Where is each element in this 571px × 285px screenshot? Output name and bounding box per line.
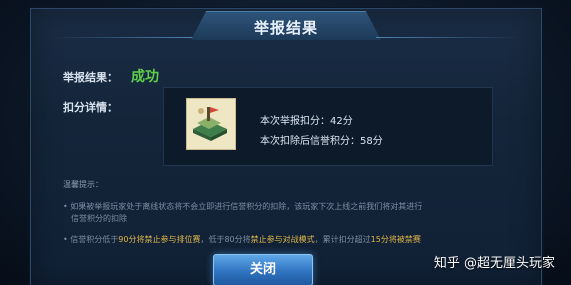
result-label: 举报结果：: [63, 71, 118, 84]
game-screen: 举报结果 举报结果： 成功 扣分详情： 本次举报扣分：42分 本次扣除后信誉积分…: [0, 0, 571, 285]
close-button[interactable]: 关闭: [213, 254, 313, 285]
deduction-points: 本次举报扣分：42分: [260, 116, 353, 127]
tip-credit-mid2: 80分将: [224, 235, 251, 244]
result-value: 成功: [131, 69, 159, 85]
tip-ranked-ban: 90分将禁止参与排位赛: [118, 235, 201, 244]
detail-panel: 本次举报扣分：42分 本次扣除后信誉积分：58分: [163, 87, 493, 166]
zhihu-watermark: 知乎 @超无厘头玩家: [433, 256, 555, 271]
dialog-title: 举报结果: [253, 19, 318, 37]
tip-offline-line1: • 如果被举报玩家处于离线状态将不会立即进行信誉积分的扣除，该玩家下次上线之前我…: [63, 202, 423, 211]
detail-label: 扣分详情：: [63, 101, 118, 114]
tip-match-ban: 15分将被禁赛: [370, 235, 421, 244]
dialog-title-bar: 举报结果: [31, 9, 541, 43]
tip-offline-line2: 信誉积分的扣除: [71, 214, 127, 223]
tip-battle-ban: 禁止参与对战模式: [250, 235, 315, 244]
report-result-dialog: 举报结果 举报结果： 成功 扣分详情： 本次举报扣分：42分 本次扣除后信誉积分…: [30, 8, 542, 285]
tip-credit-prefix: • 信誉积分低于: [63, 235, 119, 244]
tip-credit-mid3: ，累计扣分超过: [314, 235, 371, 244]
tip-credit-mid: ，低于: [200, 235, 225, 244]
tip-credit-rules: • 信誉积分低于90分将禁止参与排位赛，低于80分将禁止参与对战模式，累计扣分超…: [63, 234, 421, 246]
remaining-credit-score: 本次扣除后信誉积分：58分: [260, 136, 383, 147]
report-illustration-icon: [186, 98, 236, 150]
tips-title: 温馨提示：: [63, 180, 103, 189]
